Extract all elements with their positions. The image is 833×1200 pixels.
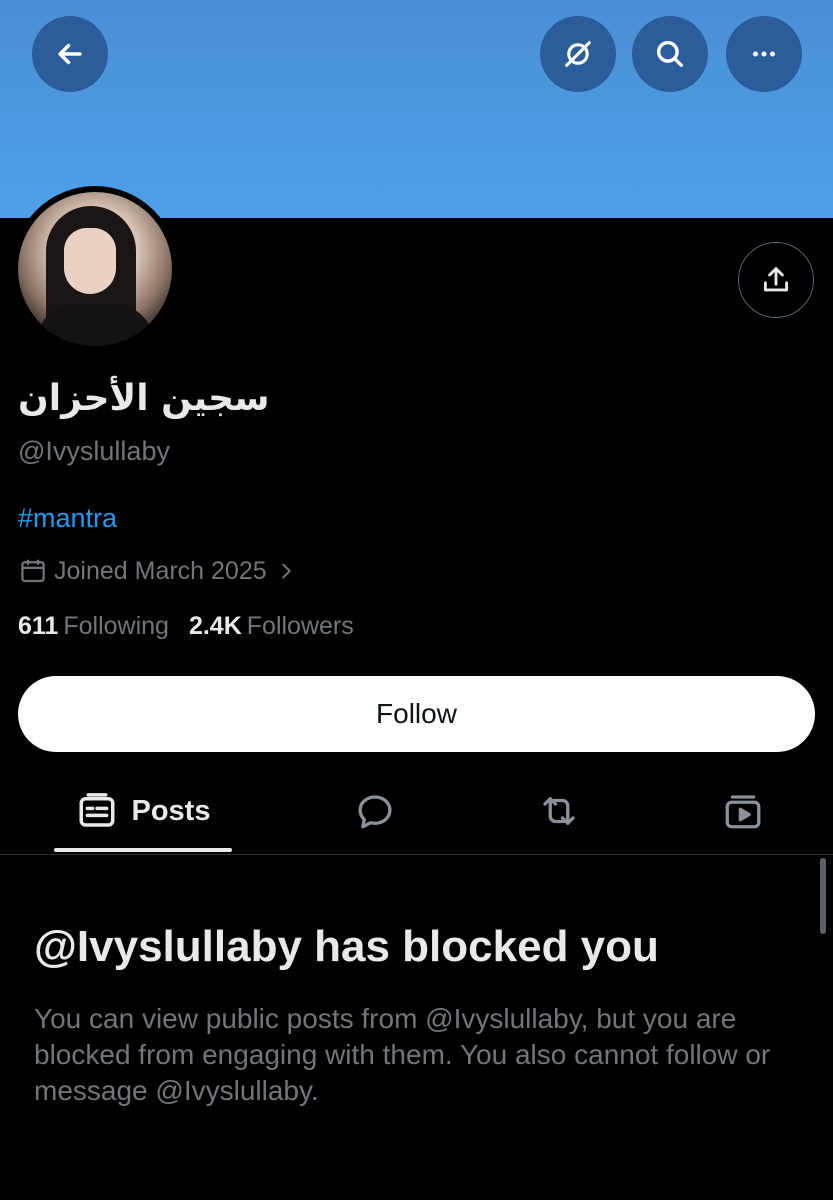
joined-date-row[interactable]: Joined March 2025	[18, 556, 303, 586]
share-icon	[763, 267, 789, 292]
bio-hashtag-link[interactable]: #mantra	[18, 503, 117, 534]
avatar[interactable]	[12, 186, 178, 352]
arrow-left-icon	[58, 43, 82, 65]
back-button[interactable]	[32, 16, 108, 92]
grok-icon	[565, 41, 591, 67]
joined-date-text: Joined March 2025	[54, 556, 267, 585]
search-icon	[656, 40, 684, 68]
calendar-icon	[21, 559, 45, 583]
following-label: Following	[63, 612, 169, 640]
follow-button[interactable]: Follow	[18, 676, 815, 752]
followers-label: Followers	[246, 612, 354, 640]
scrollbar[interactable]	[820, 858, 826, 934]
blocked-message: You can view public posts from @Ivyslull…	[34, 1003, 771, 1106]
tab-reposts[interactable]	[528, 770, 590, 852]
followers-link[interactable]: 2.4K Followers	[189, 612, 354, 641]
reposts-icon	[543, 797, 575, 825]
blocked-title: @Ivyslullaby has blocked you	[34, 922, 659, 971]
following-link[interactable]: 611 Following	[18, 612, 169, 641]
more-button[interactable]	[726, 16, 802, 92]
profile-handle: @Ivyslullaby	[18, 436, 170, 466]
profile-banner	[0, 0, 833, 218]
follow-stats: 611 Following 2.4K Followers	[18, 612, 374, 641]
more-horizontal-icon	[752, 51, 776, 57]
profile-tabs: Posts	[0, 770, 833, 855]
tab-posts-label: Posts	[131, 794, 211, 827]
share-button[interactable]	[738, 242, 814, 318]
replies-icon	[358, 795, 392, 829]
following-count: 611	[18, 612, 59, 640]
search-button[interactable]	[632, 16, 708, 92]
followers-count: 2.4K	[188, 612, 242, 640]
tab-replies[interactable]	[344, 770, 406, 852]
tab-posts[interactable]: Posts	[54, 770, 232, 852]
avatar-image	[18, 192, 172, 346]
posts-icon	[79, 793, 114, 827]
display-name: سجين الأحزان	[18, 378, 270, 419]
media-icon	[725, 795, 761, 829]
chevron-right-icon	[281, 563, 291, 579]
grok-button[interactable]	[540, 16, 616, 92]
selected-tab-indicator	[54, 848, 232, 852]
tab-media[interactable]	[712, 770, 774, 852]
